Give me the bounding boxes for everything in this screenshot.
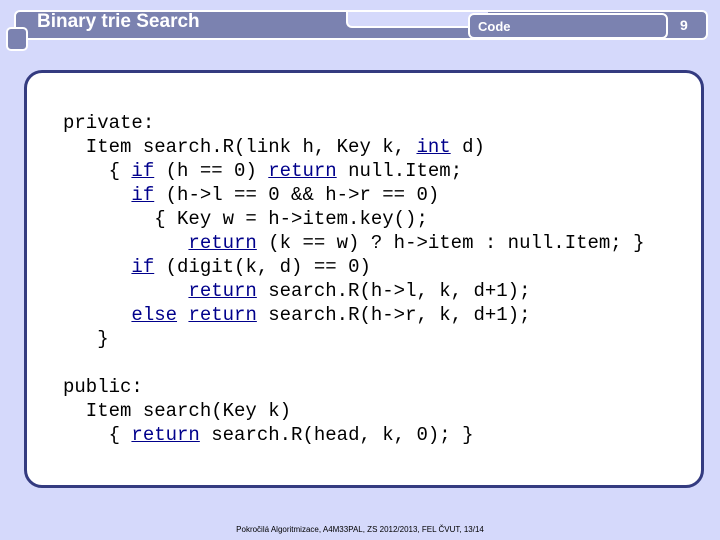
slide-title: Binary trie Search <box>37 11 200 32</box>
title-bar-notch <box>346 12 488 28</box>
page-number: 9 <box>680 17 688 33</box>
code-text: (digit(k, d) == 0) <box>154 256 371 278</box>
code-text: d) <box>450 136 485 158</box>
code-line: { Key w = h->item.key(); <box>63 207 645 231</box>
code-line: return search.R(h->l, k, d+1); <box>63 279 645 303</box>
code-text: public: <box>63 376 143 398</box>
code-line: if (h->l == 0 && h->r == 0) <box>63 183 645 207</box>
code-keyword: if <box>131 256 155 278</box>
code-text: } <box>63 328 109 350</box>
code-text: null.Item; <box>336 160 463 182</box>
code-text: (h->l == 0 && h->r == 0) <box>154 184 440 206</box>
code-block: private: Item search.R(link h, Key k, in… <box>63 111 645 447</box>
code-line: else return search.R(h->r, k, d+1); <box>63 303 645 327</box>
code-keyword: return <box>188 304 257 326</box>
code-keyword: if <box>131 184 155 206</box>
code-keyword: else <box>131 304 178 326</box>
code-text: { Key w = h->item.key(); <box>63 208 428 230</box>
code-text: { <box>63 160 132 182</box>
code-keyword: return <box>131 424 200 446</box>
code-line: private: <box>63 111 645 135</box>
code-line: return (k == w) ? h->item : null.Item; } <box>63 231 645 255</box>
code-line: Item search.R(link h, Key k, int d) <box>63 135 645 159</box>
code-line: Item search(Key k) <box>63 399 645 423</box>
code-text: Item search(Key k) <box>63 400 292 422</box>
code-text: search.R(head, k, 0); } <box>199 424 474 446</box>
code-keyword: return <box>268 160 337 182</box>
code-line: if (digit(k, d) == 0) <box>63 255 645 279</box>
footer: Pokročilá Algoritmizace, A4M33PAL, ZS 20… <box>236 525 484 534</box>
code-text: (k == w) ? h->item : null.Item; } <box>256 232 645 254</box>
section-tab: Code <box>468 13 668 39</box>
code-text: Item search.R(link h, Key k, <box>63 136 417 158</box>
code-line: { if (h == 0) return null.Item; <box>63 159 645 183</box>
code-keyword: int <box>416 136 451 158</box>
code-text: search.R(h->l, k, d+1); <box>256 280 531 302</box>
code-text: search.R(h->r, k, d+1); <box>256 304 531 326</box>
section-label: Code <box>478 19 511 34</box>
code-text: private: <box>63 112 155 134</box>
code-text: (h == 0) <box>154 160 269 182</box>
code-keyword: if <box>131 160 155 182</box>
code-text: { <box>63 424 132 446</box>
corner-square-decoration <box>6 27 28 51</box>
code-keyword: return <box>188 232 257 254</box>
code-keyword: return <box>188 280 257 302</box>
code-line: public: <box>63 375 645 399</box>
code-line: { return search.R(head, k, 0); } <box>63 423 645 447</box>
code-line: } <box>63 327 645 351</box>
